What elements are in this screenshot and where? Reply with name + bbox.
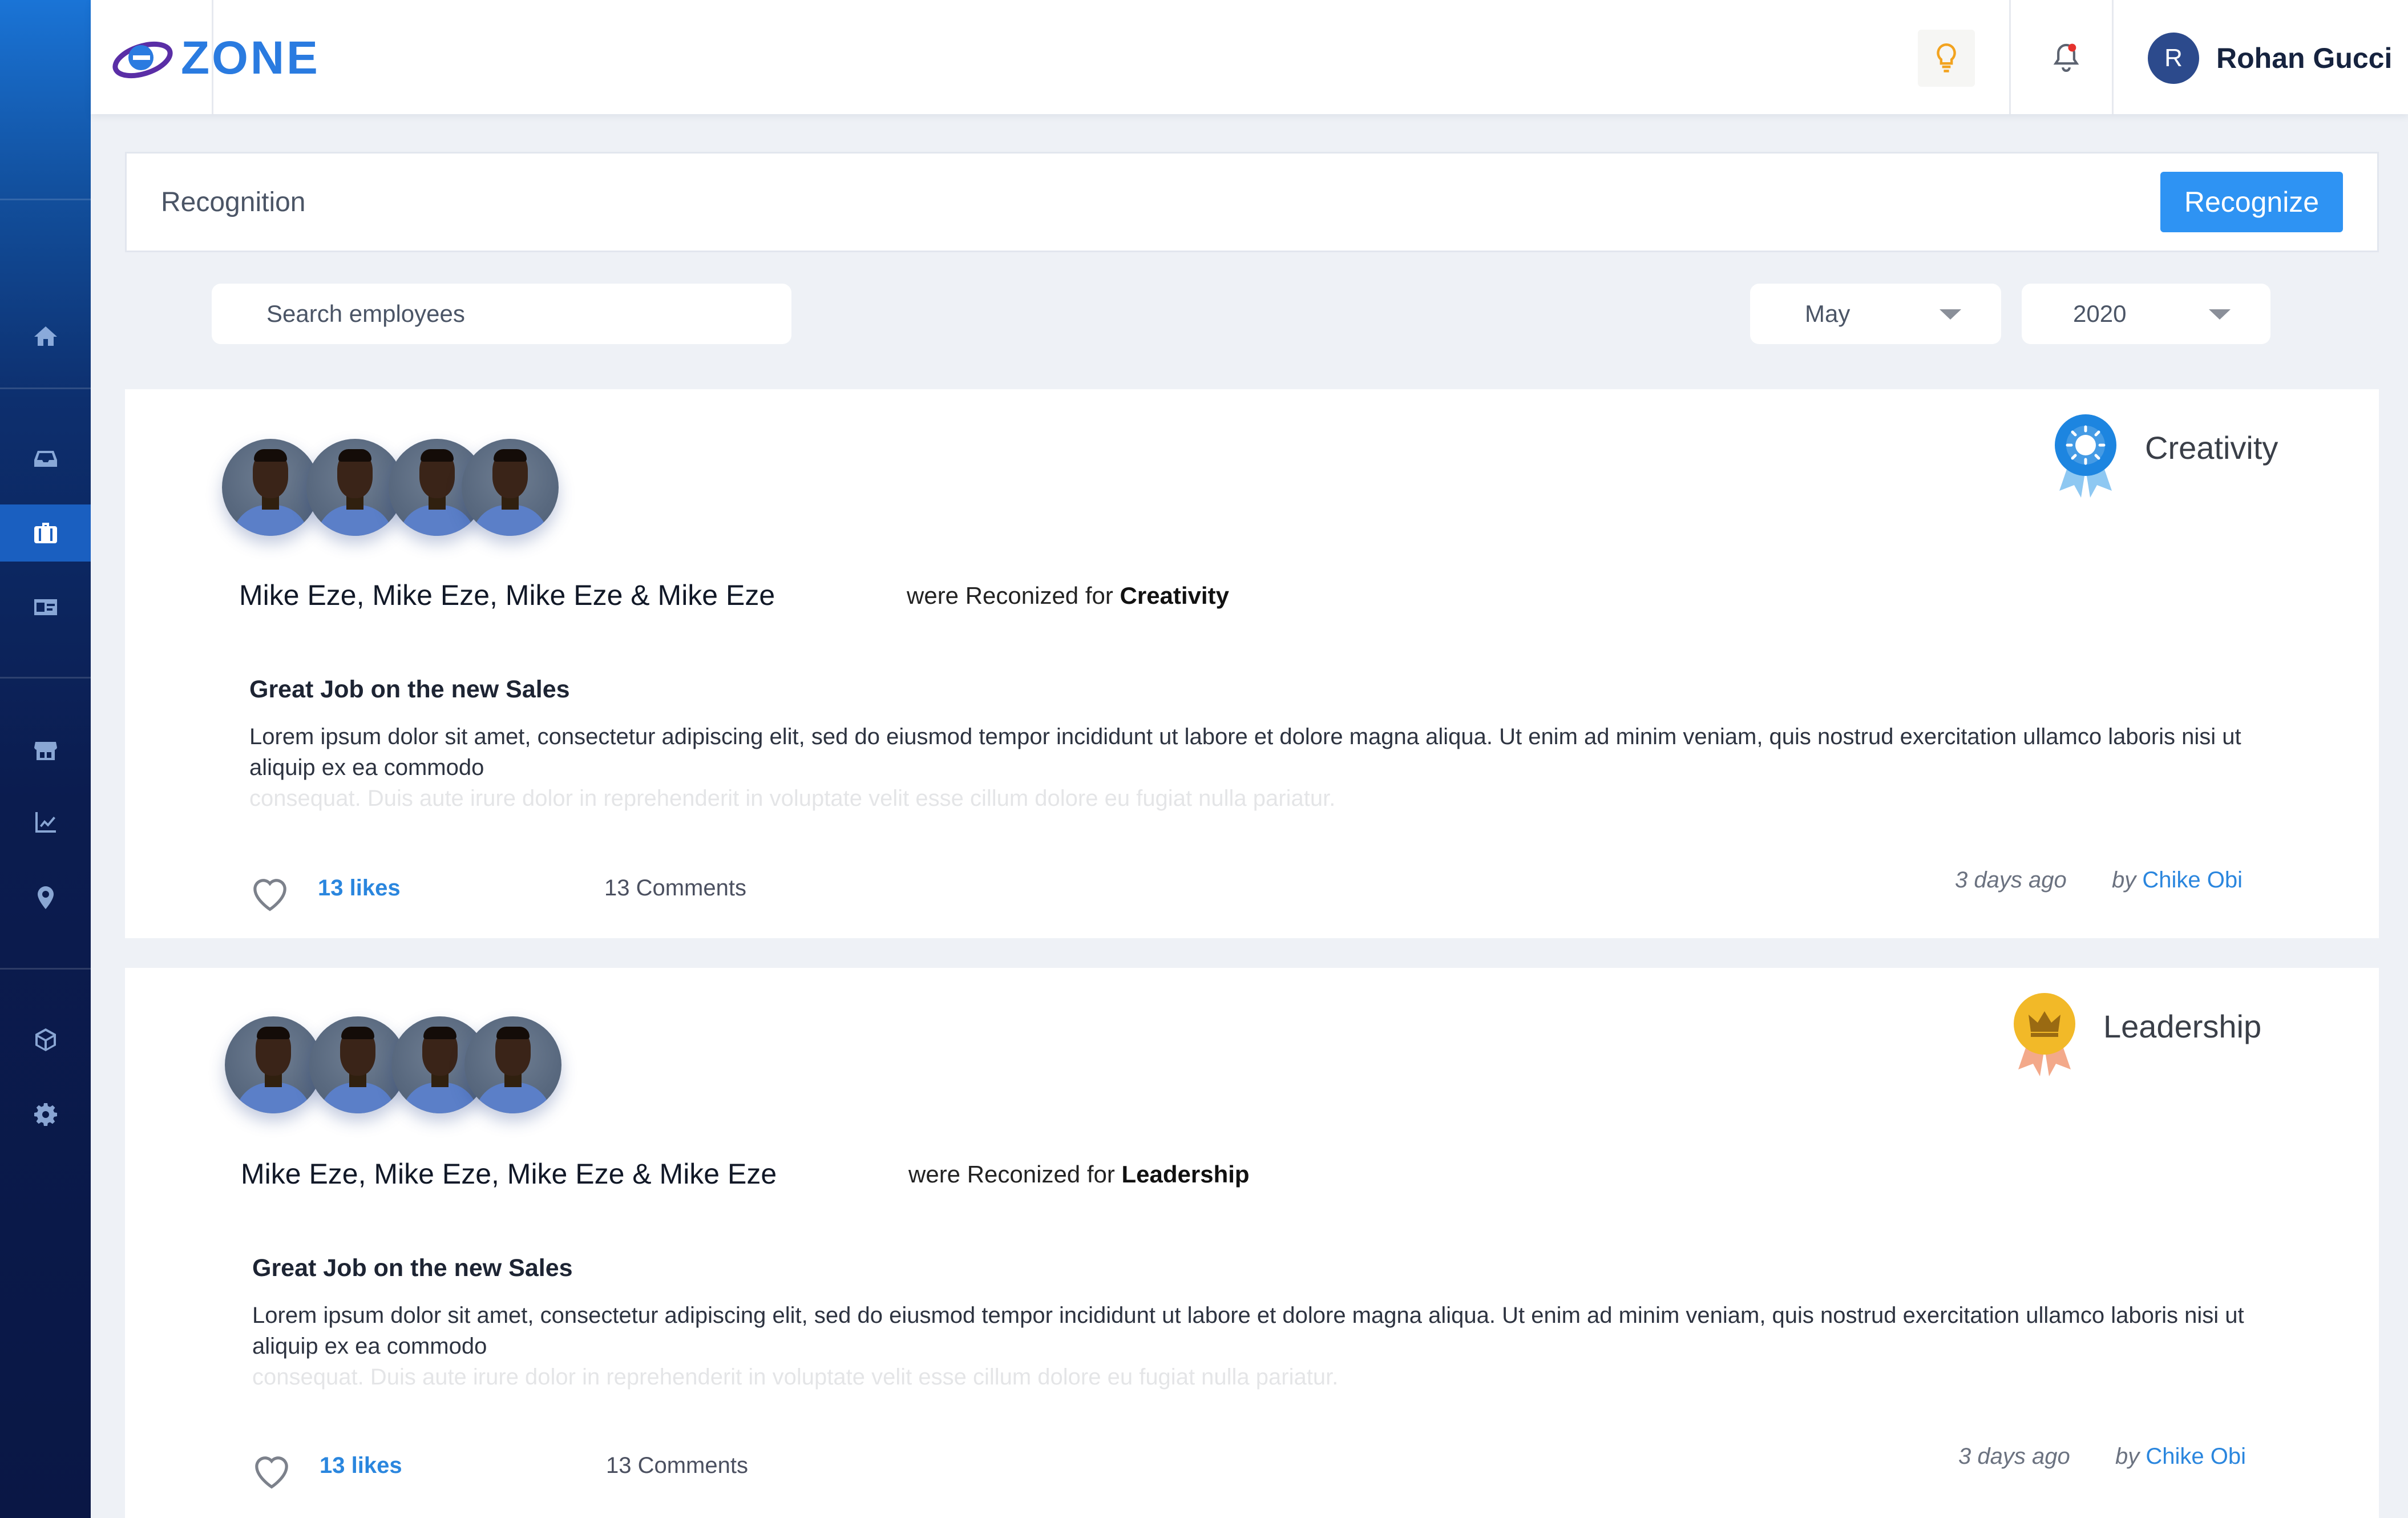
recipient-avatar[interactable] — [222, 439, 319, 536]
sidebar-item-inbox[interactable] — [0, 430, 91, 487]
author-link[interactable]: Chike Obi — [2146, 1444, 2246, 1469]
heart-icon — [255, 1456, 288, 1489]
home-icon — [34, 326, 57, 346]
recognition-category: Leadership — [1121, 1161, 1250, 1188]
gear-icon — [34, 1103, 57, 1126]
sidebar-item-packages[interactable] — [0, 1011, 91, 1068]
recipient-avatar[interactable] — [462, 439, 559, 536]
chevron-down-icon — [2209, 309, 2231, 320]
post-time: 3 days ago — [1955, 867, 2067, 893]
recognition-category: Creativity — [1120, 582, 1229, 609]
sidebar-divider — [0, 199, 91, 200]
post-body: Lorem ipsum dolor sit amet, consectetur … — [249, 724, 2241, 780]
comments-count[interactable]: 13 Comments — [606, 1453, 748, 1479]
likes-count[interactable]: 13 likes — [318, 875, 401, 901]
year-select[interactable]: 2020 — [2022, 284, 2270, 344]
recipient-names[interactable]: Mike Eze, Mike Eze, Mike Eze & Mike Eze — [241, 1157, 777, 1190]
recognize-button[interactable]: Recognize — [2160, 172, 2343, 232]
creativity-badge-icon — [2055, 414, 2116, 498]
recognition-line: were Reconized for Creativity — [907, 582, 1229, 609]
recipient-avatar[interactable] — [225, 1016, 322, 1113]
month-select-value: May — [1805, 300, 1851, 327]
recognition-card: Creativity Mike Eze, Mike Eze, Mike Eze … — [125, 389, 2379, 938]
user-name: Rohan Gucci — [2216, 42, 2393, 74]
briefcase-icon — [34, 523, 57, 543]
location-pin-icon — [37, 886, 54, 909]
bell-icon — [2053, 43, 2079, 72]
recognition-prefix: were Reconized for — [908, 1161, 1115, 1188]
recipient-avatar[interactable] — [464, 1016, 561, 1113]
recipient-names[interactable]: Mike Eze, Mike Eze, Mike Eze & Mike Eze — [239, 579, 775, 612]
page-header: Recognition Recognize — [125, 152, 2379, 252]
top-bar: ZONE R Rohan Gucci — [91, 0, 2408, 114]
badge-label: Creativity — [2145, 430, 2278, 466]
creativity-badge — [2049, 412, 2122, 504]
like-button[interactable] — [249, 1450, 294, 1491]
like-button[interactable] — [247, 872, 293, 913]
recognition-card: Leadership Mike Eze, Mike Eze, Mike Eze … — [125, 968, 2379, 1518]
recognition-prefix: were Reconized for — [907, 582, 1113, 609]
topbar-divider — [212, 0, 213, 114]
logo[interactable]: ZONE — [111, 30, 320, 87]
topbar-divider — [2009, 0, 2011, 114]
avatar: R — [2148, 33, 2199, 84]
likes-count[interactable]: 13 likes — [320, 1453, 402, 1479]
inbox-icon — [34, 451, 57, 467]
post-body-faded: consequat. Duis aute irure dolor in repr… — [252, 1364, 1339, 1390]
post-title: Great Job on the new Sales — [252, 1254, 573, 1282]
store-icon — [34, 742, 57, 760]
comments-count[interactable]: 13 Comments — [604, 875, 746, 901]
sidebar-divider — [0, 677, 91, 679]
cube-icon — [35, 1028, 56, 1051]
author-link[interactable]: Chike Obi — [2142, 867, 2243, 893]
sidebar-item-store[interactable] — [0, 722, 91, 780]
heart-icon — [253, 879, 286, 911]
sidebar-item-location[interactable] — [0, 869, 91, 926]
topbar-divider — [2112, 0, 2114, 114]
leadership-badge-icon — [2014, 993, 2075, 1076]
id-card-icon — [34, 599, 57, 615]
sidebar-divider — [0, 968, 91, 970]
chart-icon — [35, 812, 56, 833]
lightbulb-icon — [1937, 43, 1956, 72]
post-body: Lorem ipsum dolor sit amet, consectetur … — [252, 1303, 2244, 1359]
sidebar-item-settings[interactable] — [0, 1086, 91, 1143]
chevron-down-icon — [1940, 309, 1961, 320]
post-author: by Chike Obi — [2112, 867, 2243, 893]
leadership-badge — [2008, 991, 2081, 1083]
sidebar-item-id-card[interactable] — [0, 579, 91, 636]
zone-logo-icon — [112, 41, 173, 79]
sidebar-item-home[interactable] — [0, 308, 91, 365]
page-title: Recognition — [161, 187, 306, 217]
sidebar-item-briefcase[interactable] — [0, 504, 91, 562]
year-select-value: 2020 — [2073, 300, 2127, 327]
sidebar — [0, 0, 91, 1518]
sidebar-item-analytics[interactable] — [0, 794, 91, 851]
author-prefix: by — [2115, 1444, 2140, 1469]
notifications-button[interactable] — [2038, 30, 2095, 87]
sidebar-divider — [0, 387, 91, 389]
ideas-button[interactable] — [1918, 30, 1975, 87]
month-select[interactable]: May — [1750, 284, 2001, 344]
recognition-line: were Reconized for Leadership — [908, 1161, 1250, 1188]
post-time: 3 days ago — [1958, 1444, 2070, 1469]
post-author: by Chike Obi — [2115, 1444, 2246, 1469]
post-body-faded: consequat. Duis aute irure dolor in repr… — [249, 786, 1336, 811]
author-prefix: by — [2112, 867, 2136, 893]
brand-name: ZONE — [181, 32, 320, 84]
badge-label: Leadership — [2103, 1008, 2262, 1044]
search-input[interactable]: Search employees — [212, 284, 791, 344]
user-menu[interactable]: R Rohan Gucci — [2148, 30, 2392, 87]
post-title: Great Job on the new Sales — [249, 676, 570, 703]
